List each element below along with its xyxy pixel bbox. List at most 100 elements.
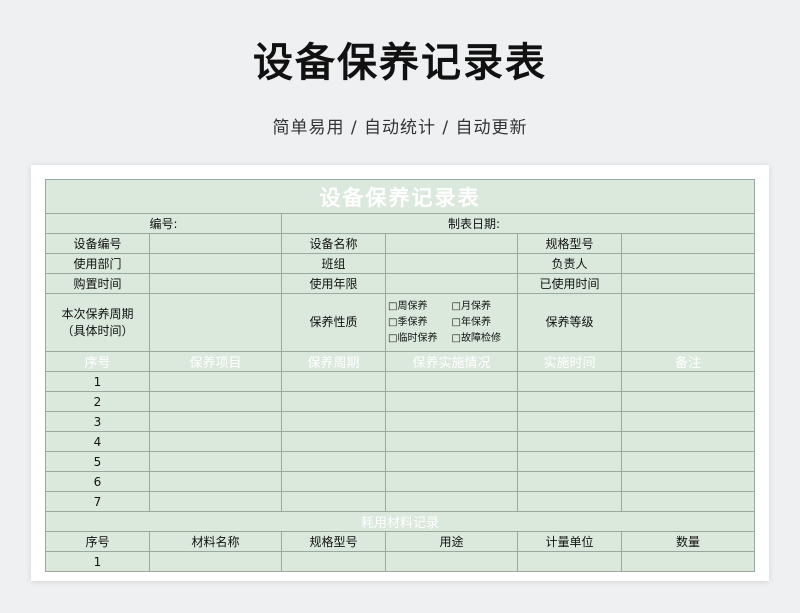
info-row: 设备编号 设备名称 规格型号 (45, 233, 755, 254)
info-label: 使用部门 (45, 253, 150, 274)
maintenance-info-row: 本次保养周期 （具体时间） 保养性质 □周保养 □月保养 □季保养 □年保养 □… (45, 293, 755, 352)
table-cell[interactable] (621, 451, 755, 472)
materials-section-title: 耗用材料记录 (45, 511, 755, 532)
row-number: 3 (45, 411, 150, 432)
table-cell[interactable] (281, 391, 386, 412)
period-label: 本次保养周期 （具体时间） (45, 293, 150, 352)
table-row: 1 (45, 371, 755, 392)
table-cell[interactable] (621, 391, 755, 412)
temporary-maintenance-checkbox[interactable]: □临时保养 (388, 331, 452, 347)
table-cell[interactable] (149, 431, 282, 452)
table-cell[interactable] (385, 371, 518, 392)
nature-options-cell: □周保养 □月保养 □季保养 □年保养 □临时保养 □故障检修 (385, 293, 518, 352)
yearly-maintenance-checkbox[interactable]: □年保养 (452, 315, 516, 331)
info-value-cell[interactable] (149, 273, 282, 294)
table-cell[interactable] (149, 451, 282, 472)
table-cell[interactable] (281, 431, 386, 452)
table-cell[interactable] (517, 391, 622, 412)
quarterly-maintenance-checkbox[interactable]: □季保养 (388, 315, 452, 331)
info-value-cell[interactable] (385, 253, 518, 274)
table-cell[interactable] (149, 391, 282, 412)
maintenance-record-table: 设备保养记录表 编号: 制表日期: 设备编号 设备名称 规格型号 使用部门 班组… (45, 179, 755, 572)
table-cell[interactable] (281, 551, 386, 572)
table-cell[interactable] (621, 471, 755, 492)
row-number: 4 (45, 431, 150, 452)
table-cell[interactable] (149, 371, 282, 392)
period-value-cell[interactable] (149, 293, 282, 352)
row-number: 2 (45, 391, 150, 412)
table-cell[interactable] (621, 431, 755, 452)
table-cell[interactable] (385, 411, 518, 432)
table-cell[interactable] (281, 491, 386, 512)
table-cell[interactable] (149, 491, 282, 512)
table-cell[interactable] (385, 491, 518, 512)
table-cell[interactable] (517, 431, 622, 452)
date-label: 制表日期: (281, 213, 755, 234)
column-header: 保养周期 (281, 351, 386, 372)
info-value-cell[interactable] (149, 233, 282, 254)
table-cell[interactable] (621, 551, 755, 572)
table-cell[interactable] (281, 471, 386, 492)
column-header: 保养实施情况 (385, 351, 518, 372)
table-cell[interactable] (517, 471, 622, 492)
nature-label: 保养性质 (281, 293, 386, 352)
row-number: 5 (45, 451, 150, 472)
info-value-cell[interactable] (621, 233, 755, 254)
table-cell[interactable] (517, 491, 622, 512)
table-row: 4 (45, 431, 755, 452)
info-value-cell[interactable] (621, 253, 755, 274)
table-header-row: 序号 保养项目 保养周期 保养实施情况 实施时间 备注 (45, 351, 755, 372)
row-number: 1 (45, 371, 150, 392)
table-row: 3 (45, 411, 755, 432)
info-label: 规格型号 (517, 233, 622, 254)
info-row: 购置时间 使用年限 已使用时间 (45, 273, 755, 294)
info-value-cell[interactable] (621, 273, 755, 294)
column-header: 序号 (45, 531, 150, 552)
table-cell[interactable] (517, 551, 622, 572)
column-header: 保养项目 (149, 351, 282, 372)
table-cell[interactable] (281, 451, 386, 472)
column-header: 实施时间 (517, 351, 622, 372)
info-value-cell[interactable] (385, 233, 518, 254)
row-number: 7 (45, 491, 150, 512)
grade-value-cell[interactable] (621, 293, 755, 352)
table-cell[interactable] (281, 411, 386, 432)
column-header: 用途 (385, 531, 518, 552)
info-value-cell[interactable] (385, 273, 518, 294)
column-header: 备注 (621, 351, 755, 372)
table-cell[interactable] (621, 411, 755, 432)
row-number: 6 (45, 471, 150, 492)
table-cell[interactable] (385, 431, 518, 452)
period-label-line2: （具体时间） (61, 323, 134, 338)
info-label: 使用年限 (281, 273, 386, 294)
table-cell[interactable] (621, 371, 755, 392)
column-header: 规格型号 (281, 531, 386, 552)
monthly-maintenance-checkbox[interactable]: □月保养 (452, 299, 516, 315)
table-cell[interactable] (149, 551, 282, 572)
info-label: 班组 (281, 253, 386, 274)
period-label-line1: 本次保养周期 (61, 306, 134, 321)
table-cell[interactable] (517, 411, 622, 432)
info-value-cell[interactable] (149, 253, 282, 274)
weekly-maintenance-checkbox[interactable]: □周保养 (388, 299, 452, 315)
row-number: 1 (45, 551, 150, 572)
table-cell[interactable] (281, 371, 386, 392)
spreadsheet-preview: 设备保养记录表 编号: 制表日期: 设备编号 设备名称 规格型号 使用部门 班组… (31, 165, 769, 581)
table-cell[interactable] (149, 471, 282, 492)
table-cell[interactable] (149, 411, 282, 432)
table-cell[interactable] (385, 391, 518, 412)
column-header: 序号 (45, 351, 150, 372)
info-label: 已使用时间 (517, 273, 622, 294)
table-cell[interactable] (385, 451, 518, 472)
table-row: 6 (45, 471, 755, 492)
fault-repair-checkbox[interactable]: □故障检修 (452, 331, 516, 347)
table-cell[interactable] (517, 451, 622, 472)
table-cell[interactable] (621, 491, 755, 512)
table-cell[interactable] (517, 371, 622, 392)
table-cell[interactable] (385, 471, 518, 492)
page-subtitle: 简单易用 / 自动统计 / 自动更新 (272, 118, 528, 138)
materials-header-row: 序号 材料名称 规格型号 用途 计量单位 数量 (45, 531, 755, 552)
table-row: 1 (45, 551, 755, 572)
table-cell[interactable] (385, 551, 518, 572)
grade-label: 保养等级 (517, 293, 622, 352)
